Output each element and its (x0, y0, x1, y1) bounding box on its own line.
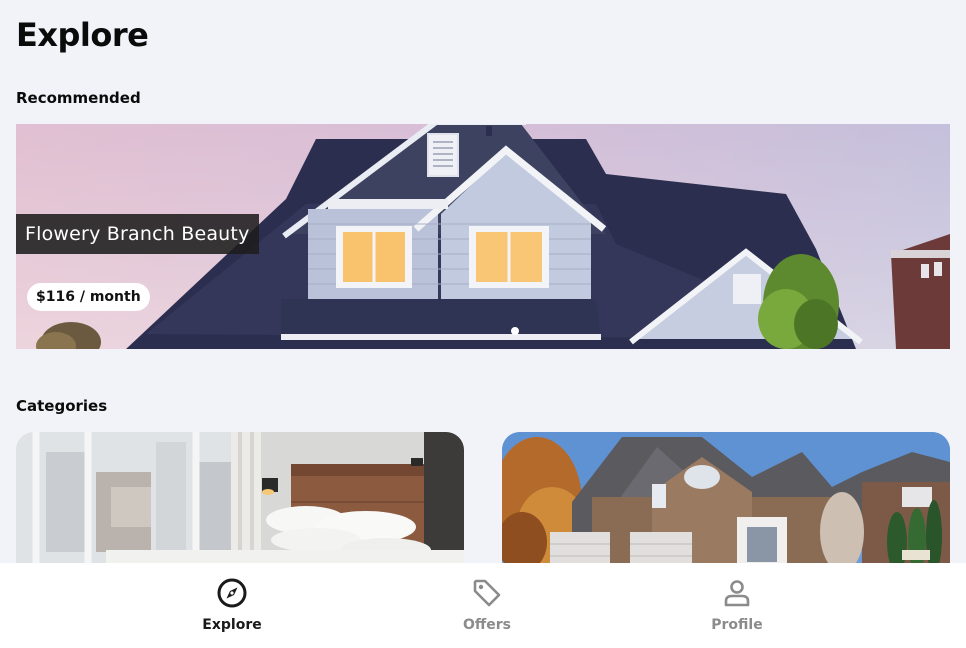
tag-icon (473, 579, 501, 607)
bottom-navigation: Explore Offers Profile (0, 563, 966, 648)
nav-tab-profile[interactable]: Profile (677, 563, 797, 648)
nav-tab-profile-label: Profile (711, 617, 763, 633)
bedroom-photo (16, 432, 464, 572)
nav-tab-explore[interactable]: Explore (172, 563, 292, 648)
nav-tab-offers[interactable]: Offers (427, 563, 547, 648)
listing-price-badge: $116 / month (27, 283, 150, 311)
page-title: Explore (16, 16, 149, 54)
listing-title: Flowery Branch Beauty (16, 214, 259, 254)
categories-section-label: Categories (16, 397, 108, 415)
recommended-section-label: Recommended (16, 89, 141, 107)
explore-screen: Explore Recommended Flowery Branch Beaut… (0, 0, 966, 648)
nav-tab-explore-label: Explore (202, 617, 262, 633)
category-card-bedroom[interactable] (16, 432, 464, 572)
person-icon (724, 580, 750, 607)
carousel-indicator-dot[interactable] (511, 327, 519, 335)
compass-icon (217, 578, 247, 608)
house-photo (502, 432, 950, 572)
nav-tab-offers-label: Offers (463, 617, 511, 633)
recommended-listing-card[interactable]: Flowery Branch Beauty $116 / month (16, 124, 950, 349)
category-card-house[interactable] (502, 432, 950, 572)
